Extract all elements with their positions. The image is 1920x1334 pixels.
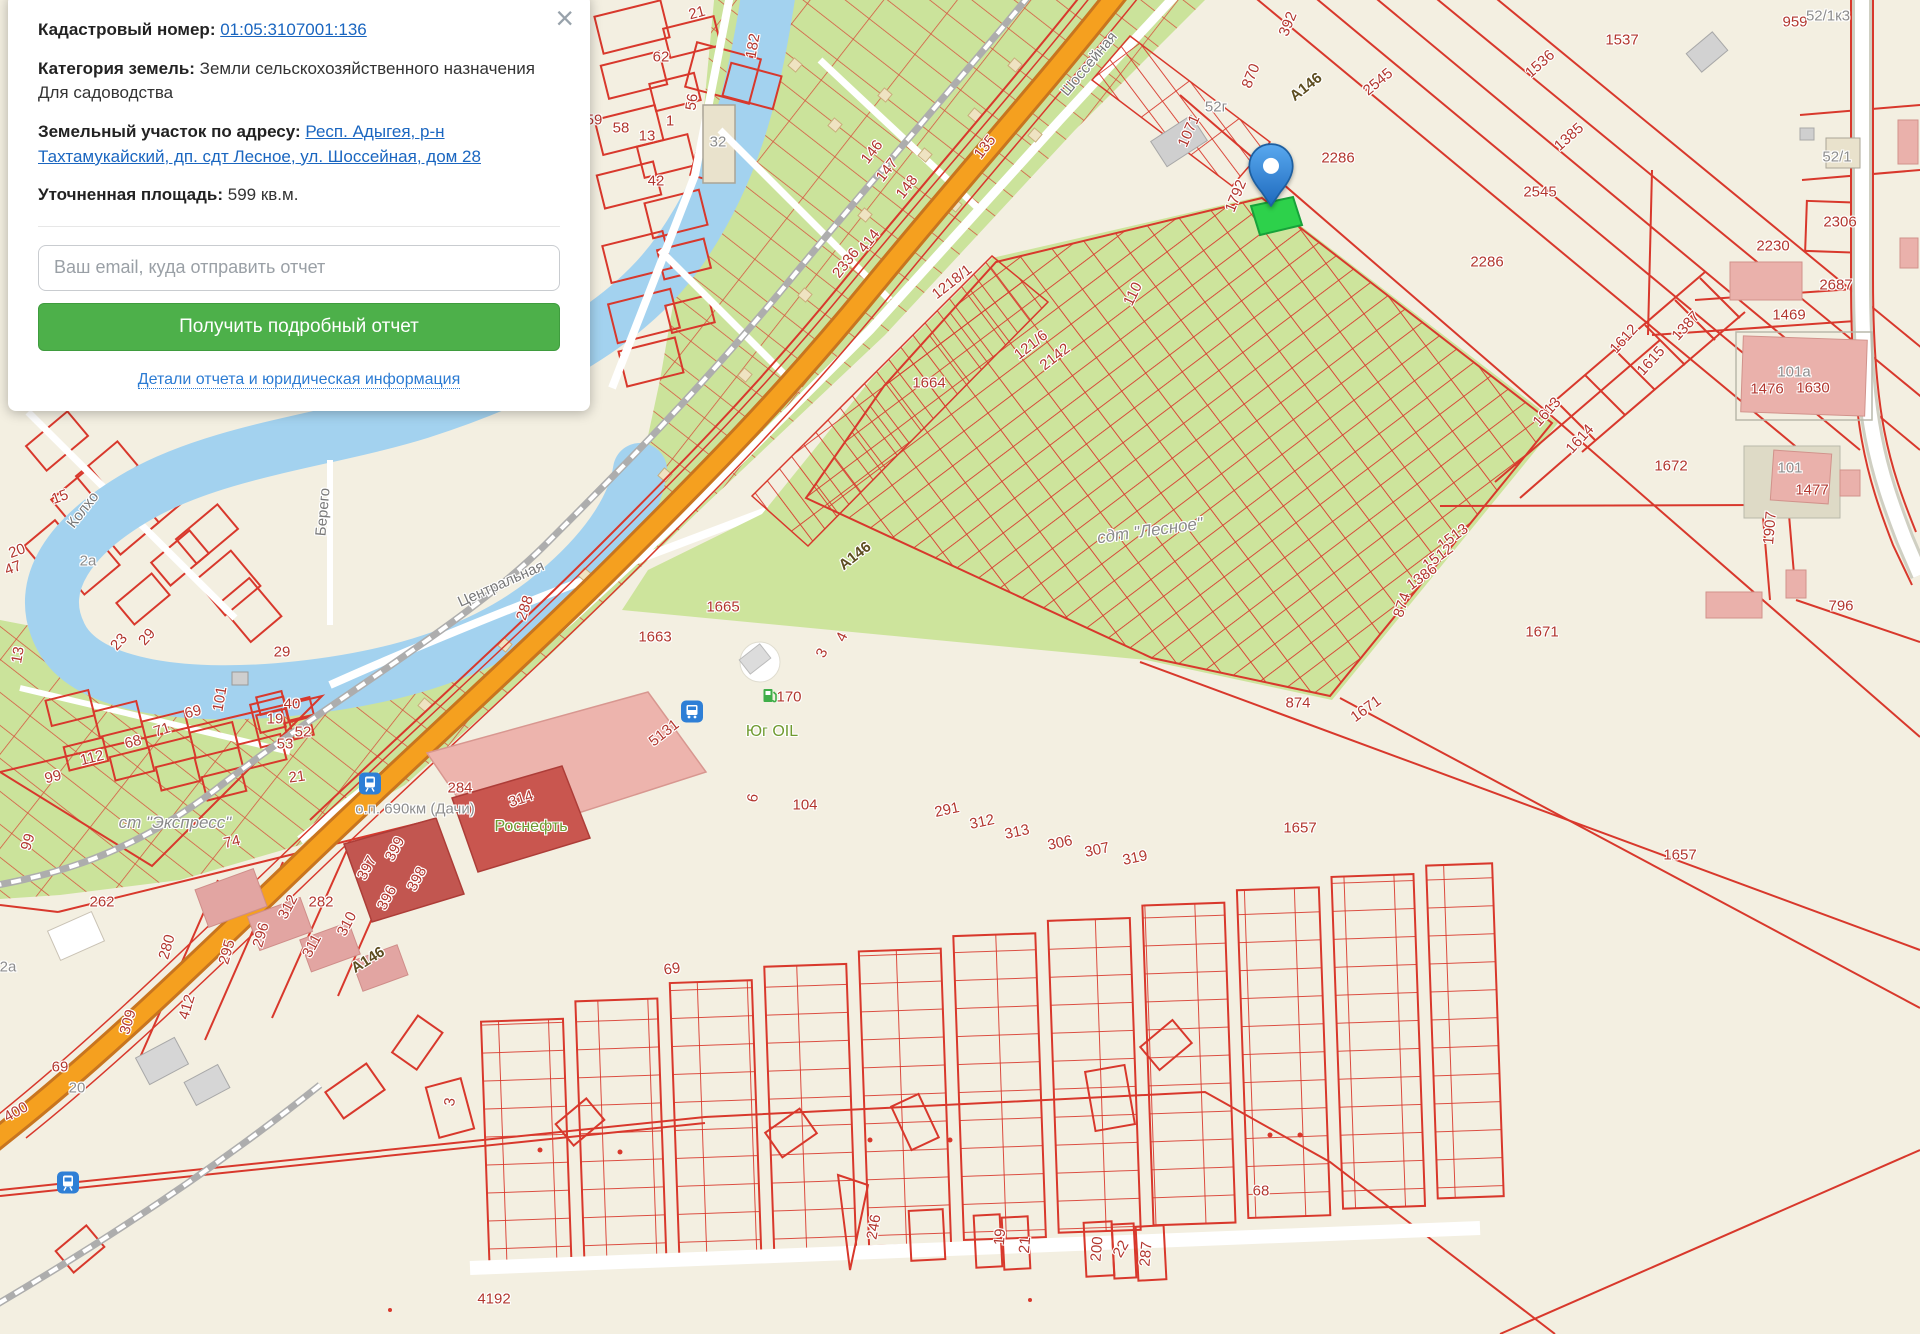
parcel-info-popup: × Кадастровый номер: 01:05:3107001:136 К… (8, 0, 590, 411)
report-details-link[interactable]: Детали отчета и юридическая информация (138, 371, 461, 389)
report-details-row: Детали отчета и юридическая информация (38, 371, 560, 389)
get-report-button[interactable]: Получить подробный отчет (38, 303, 560, 351)
land-category-value: Земли сельскохозяйственного назначения (200, 59, 535, 78)
email-input[interactable] (38, 245, 560, 291)
area-value: 599 кв.м. (228, 185, 299, 204)
bus-stop-icon[interactable] (681, 701, 703, 728)
land-category-row: Категория земель: Земли сельскохозяйстве… (38, 57, 560, 106)
cadastral-number-link[interactable]: 01:05:3107001:136 (220, 20, 367, 39)
popup-divider (38, 226, 560, 227)
railway-station-icon-2[interactable] (57, 1172, 79, 1199)
area-row: Уточненная площадь: 599 кв.м. (38, 183, 560, 208)
location-pin-icon[interactable] (1248, 143, 1294, 212)
cadastral-map-app: 21621825615958133242Шоссейная14614714813… (0, 0, 1920, 1334)
area-label: Уточненная площадь: (38, 185, 223, 204)
railway-station-icon[interactable] (359, 773, 381, 800)
address-row: Земельный участок по адресу: Респ. Адыге… (38, 120, 560, 169)
cadastral-number-row: Кадастровый номер: 01:05:3107001:136 (38, 18, 560, 43)
address-label: Земельный участок по адресу: (38, 122, 301, 141)
fuel-station-icon[interactable] (762, 686, 779, 710)
cadastral-number-label: Кадастровый номер: (38, 20, 215, 39)
land-use-value: Для садоводства (38, 83, 173, 102)
land-category-label: Категория земель: (38, 59, 195, 78)
close-icon[interactable]: × (555, 2, 574, 34)
